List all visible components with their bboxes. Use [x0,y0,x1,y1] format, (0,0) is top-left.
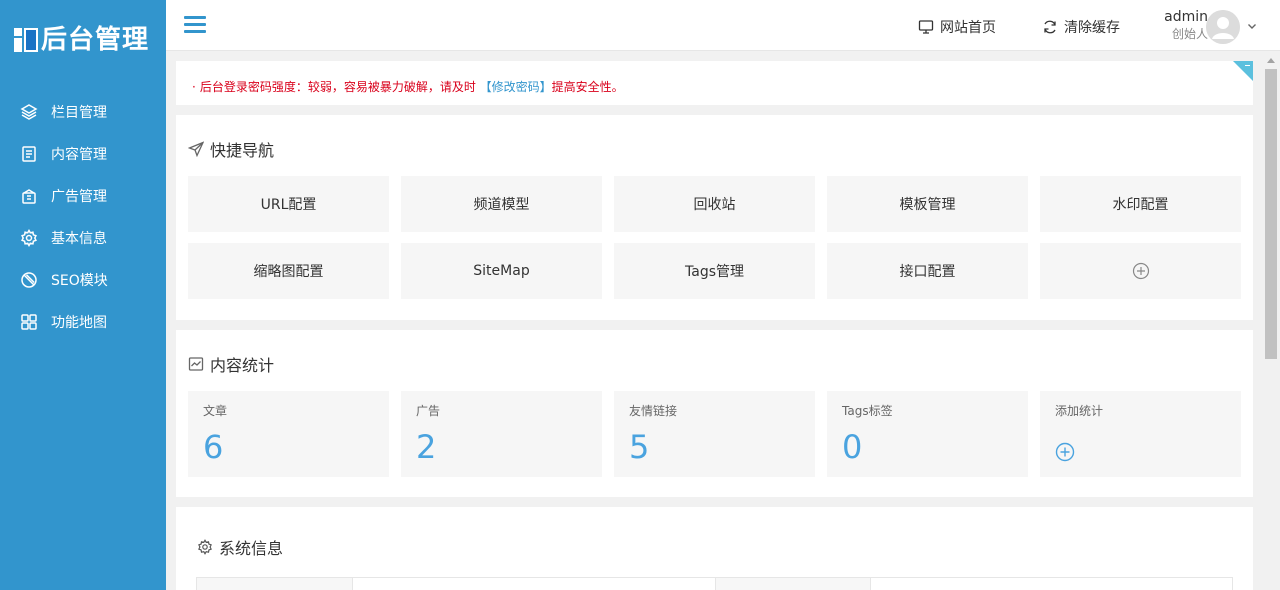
quick-tile-channel-model[interactable]: 频道模型 [401,176,602,232]
stat-label: 文章 [203,404,228,418]
avatar[interactable] [1206,10,1240,44]
chart-icon [188,357,204,371]
stat-label: Tags标签 [842,404,893,418]
quick-nav-title-text: 快捷导航 [210,141,275,160]
quick-tile-api[interactable]: 接口配置 [827,243,1028,299]
quick-tile-sitemap[interactable]: SiteMap [401,243,602,299]
table-cell [353,578,716,590]
chevron-down-icon[interactable] [1246,20,1258,32]
gear-icon [21,229,37,247]
system-info-table [196,577,1233,590]
refresh-icon [1044,20,1056,34]
logo-icon [14,28,38,52]
system-info-title: 系统信息 [197,535,283,559]
sidebar-item-label: SEO模块 [51,273,108,289]
scrollbar[interactable] [1262,51,1280,590]
ad-icon [22,189,36,204]
quick-nav-title: 快捷导航 [188,137,274,161]
notice-message: 后台登录密码强度：较弱，容易被暴力破解，请及时 [199,80,480,94]
stat-ads[interactable]: 广告 2 [401,391,602,477]
password-warning-notice: · 后台登录密码强度：较弱，容易被暴力破解，请及时 【修改密码】提高安全性。 [176,61,1253,105]
table-cell [197,578,353,590]
no-entry-icon [21,272,37,288]
top-header: 网站首页 清除缓存 admin 创始人 [166,0,1280,51]
sidebar-item-basic-info[interactable]: 基本信息 [0,217,166,259]
clear-cache-label: 清除缓存 [1064,20,1120,36]
sidebar-item-content[interactable]: 内容管理 [0,133,166,175]
grid-icon [21,314,37,330]
menu-toggle-icon[interactable] [184,16,206,34]
stat-tags[interactable]: Tags标签 0 [827,391,1028,477]
plus-circle-icon [1055,442,1075,462]
site-home-label: 网站首页 [940,20,996,36]
logo-text: 后台管理 [41,25,150,55]
sidebar-item-column[interactable]: 栏目管理 [0,91,166,133]
sidebar-item-label: 广告管理 [51,189,107,205]
content-stats-title-text: 内容统计 [210,356,275,375]
add-stat-button[interactable]: 添加统计 [1040,391,1241,477]
logo[interactable]: 后台管理 [0,0,166,80]
clear-cache-button[interactable]: 清除缓存 [1042,17,1120,37]
stat-value: 0 [842,428,863,466]
stat-value: 2 [416,428,437,466]
scroll-thumb[interactable] [1265,69,1277,359]
table-cell [716,578,871,590]
quick-tile-thumbnail[interactable]: 缩略图配置 [188,243,389,299]
quick-tile-template[interactable]: 模板管理 [827,176,1028,232]
site-home-link[interactable]: 网站首页 [918,17,996,37]
system-info-panel: 系统信息 [176,507,1253,590]
collapse-corner-icon[interactable] [1233,61,1253,81]
scroll-up-arrow-icon[interactable] [1267,58,1275,63]
document-icon [22,146,36,162]
sidebar-item-label: 内容管理 [51,147,107,163]
quick-tile-url-config[interactable]: URL配置 [188,176,389,232]
stat-articles[interactable]: 文章 6 [188,391,389,477]
stat-label: 友情链接 [629,404,678,418]
content-stats-panel: 内容统计 文章 6 广告 2 友情链接 5 Tags标签 0 添加统计 [176,330,1253,497]
user-name: admin [1164,9,1208,25]
sidebar-menu: 栏目管理 内容管理 广告管理 基本信息 SEO模块 功能地图 [0,91,166,343]
stat-value: 6 [203,428,224,466]
notice-message-tail: 提高安全性。 [551,80,624,94]
sidebar-item-label: 基本信息 [51,231,107,247]
change-password-link[interactable]: 【修改密码】 [480,80,552,94]
content-stats-title: 内容统计 [188,352,274,376]
user-info[interactable]: admin 创始人 [1150,9,1208,42]
quick-tile-tags[interactable]: Tags管理 [614,243,815,299]
user-avatar-icon [1206,10,1240,44]
sidebar-item-label: 栏目管理 [51,105,107,121]
sidebar-item-ads[interactable]: 广告管理 [0,175,166,217]
sidebar-item-seo[interactable]: SEO模块 [0,259,166,301]
gear-icon [198,539,212,555]
plus-circle-icon [1132,262,1149,280]
quick-nav-panel: 快捷导航 URL配置 频道模型 回收站 模板管理 水印配置 缩略图配置 Site… [176,115,1253,320]
sidebar-item-function-map[interactable]: 功能地图 [0,301,166,343]
layers-icon [20,104,38,120]
user-role: 创始人 [1171,27,1208,41]
stat-label: 广告 [416,404,441,418]
paper-plane-icon [188,141,204,157]
notice-text: · 后台登录密码强度：较弱，容易被暴力破解，请及时 【修改密码】提高安全性。 [192,78,624,95]
quick-tile-watermark[interactable]: 水印配置 [1040,176,1241,232]
sidebar: 后台管理 栏目管理 内容管理 广告管理 基本信息 SEO模块 功能地图 [0,0,166,590]
monitor-icon [918,20,934,34]
quick-tile-recycle-bin[interactable]: 回收站 [614,176,815,232]
stat-value: 5 [629,428,650,466]
add-quick-nav-button[interactable] [1040,243,1241,299]
system-info-title-text: 系统信息 [219,539,284,558]
notice-bullet: · [192,80,196,94]
stat-links[interactable]: 友情链接 5 [614,391,815,477]
sidebar-item-label: 功能地图 [51,315,107,331]
add-stat-label: 添加统计 [1055,404,1104,418]
minus-icon [1245,65,1250,66]
table-cell [871,578,1232,590]
